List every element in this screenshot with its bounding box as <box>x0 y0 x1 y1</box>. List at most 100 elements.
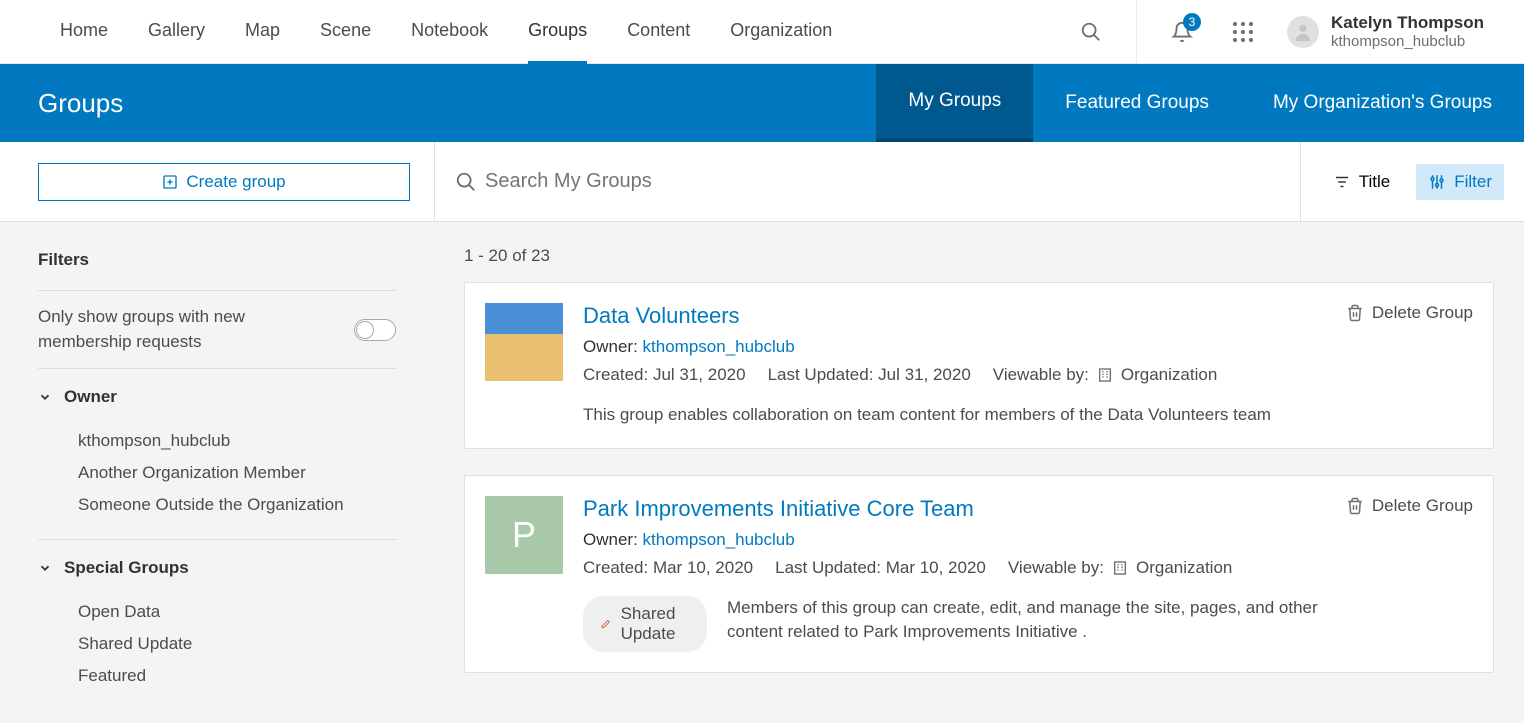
created-date: Created: Jul 31, 2020 <box>583 365 746 385</box>
page-header: Groups My Groups Featured Groups My Orga… <box>0 64 1524 142</box>
card-actions: Delete Group <box>1346 496 1473 652</box>
facet-item[interactable]: kthompson_hubclub <box>78 425 396 457</box>
user-info: Katelyn Thompson kthompson_hubclub <box>1331 13 1484 50</box>
nav-scene[interactable]: Scene <box>320 0 371 64</box>
group-owner: Owner: kthompson_hubclub <box>583 530 1326 550</box>
owner-prefix: Owner: <box>583 337 643 356</box>
user-name: Katelyn Thompson <box>1331 13 1484 33</box>
owner-prefix: Owner: <box>583 530 643 549</box>
filter-label: Filter <box>1454 172 1492 192</box>
grid-icon <box>1233 22 1253 42</box>
membership-requests-label: Only show groups with new membership req… <box>38 305 338 354</box>
trash-icon <box>1346 304 1364 322</box>
tab-org-groups[interactable]: My Organization's Groups <box>1241 64 1524 142</box>
sort-label: Title <box>1359 172 1391 192</box>
create-group-label: Create group <box>186 172 285 192</box>
group-title-link[interactable]: Park Improvements Initiative Core Team <box>583 496 974 521</box>
nav-gallery[interactable]: Gallery <box>148 0 205 64</box>
nav-notebook[interactable]: Notebook <box>411 0 488 64</box>
sort-button[interactable]: Title <box>1321 164 1403 200</box>
shared-update-badge: Shared Update <box>583 596 707 652</box>
group-thumbnail: P <box>485 496 563 574</box>
card-actions: Delete Group <box>1346 303 1473 428</box>
result-count: 1 - 20 of 23 <box>464 246 1494 266</box>
facet-owner-header[interactable]: Owner <box>38 369 396 425</box>
avatar <box>1287 16 1319 48</box>
separator <box>1136 0 1137 64</box>
delete-group-button[interactable]: Delete Group <box>1346 496 1473 516</box>
tab-my-groups[interactable]: My Groups <box>876 64 1033 142</box>
facet-item[interactable]: Someone Outside the Organization <box>78 489 396 521</box>
app-switcher-button[interactable] <box>1227 16 1259 48</box>
create-group-button[interactable]: Create group <box>38 163 410 201</box>
pencil-icon <box>601 616 611 632</box>
organization-icon <box>1112 560 1128 576</box>
facet-item[interactable]: Shared Update <box>78 628 396 660</box>
updated-date: Last Updated: Jul 31, 2020 <box>768 365 971 385</box>
facet-owner-list: kthompson_hubclub Another Organization M… <box>38 425 396 521</box>
chevron-down-icon <box>38 561 52 575</box>
content: 1 - 20 of 23 Data Volunteers Owner: ktho… <box>434 222 1524 723</box>
tab-featured-groups[interactable]: Featured Groups <box>1033 64 1241 142</box>
group-meta: Created: Jul 31, 2020 Last Updated: Jul … <box>583 365 1326 385</box>
search-column <box>434 142 1300 221</box>
top-nav-links: Home Gallery Map Scene Notebook Groups C… <box>60 0 832 64</box>
trash-icon <box>1346 497 1364 515</box>
top-nav-right: 3 Katelyn Thompson kthompson_hubclub <box>1074 0 1484 64</box>
group-tabs: My Groups Featured Groups My Organizatio… <box>876 64 1524 142</box>
created-date: Created: Mar 10, 2020 <box>583 558 753 578</box>
person-icon <box>1292 21 1314 43</box>
sort-filter-column: Title Filter <box>1300 142 1524 221</box>
owner-link[interactable]: kthompson_hubclub <box>643 337 795 356</box>
filter-button[interactable]: Filter <box>1416 164 1504 200</box>
delete-group-button[interactable]: Delete Group <box>1346 303 1473 323</box>
sort-icon <box>1333 173 1351 191</box>
card-body: Data Volunteers Owner: kthompson_hubclub… <box>583 303 1326 428</box>
membership-requests-toggle[interactable] <box>354 319 396 341</box>
top-nav: Home Gallery Map Scene Notebook Groups C… <box>0 0 1524 64</box>
facet-special-list: Open Data Shared Update Featured <box>38 596 396 692</box>
facet-item[interactable]: Another Organization Member <box>78 457 396 489</box>
search-icon <box>1080 21 1102 43</box>
group-meta: Created: Mar 10, 2020 Last Updated: Mar … <box>583 558 1326 578</box>
search-button[interactable] <box>1074 15 1108 49</box>
facet-item[interactable]: Open Data <box>78 596 396 628</box>
delete-label: Delete Group <box>1372 303 1473 323</box>
toggle-knob <box>356 321 374 339</box>
delete-label: Delete Group <box>1372 496 1473 516</box>
facet-item[interactable]: Featured <box>78 660 396 692</box>
viewable-by: Viewable by: Organization <box>993 365 1217 385</box>
page-title: Groups <box>38 88 123 119</box>
description-row: Shared Update Members of this group can … <box>583 596 1326 652</box>
facet-special-header[interactable]: Special Groups <box>38 540 396 596</box>
chevron-down-icon <box>38 390 52 404</box>
nav-home[interactable]: Home <box>60 0 108 64</box>
membership-requests-filter: Only show groups with new membership req… <box>38 291 396 368</box>
viewable-by: Viewable by: Organization <box>1008 558 1232 578</box>
search-input[interactable] <box>477 162 1280 201</box>
main: Filters Only show groups with new member… <box>0 222 1524 723</box>
group-thumbnail <box>485 303 563 381</box>
group-title-link[interactable]: Data Volunteers <box>583 303 740 328</box>
sidebar: Filters Only show groups with new member… <box>0 222 434 723</box>
card-body: Park Improvements Initiative Core Team O… <box>583 496 1326 652</box>
nav-map[interactable]: Map <box>245 0 280 64</box>
notification-badge: 3 <box>1183 13 1201 31</box>
updated-date: Last Updated: Mar 10, 2020 <box>775 558 986 578</box>
group-owner: Owner: kthompson_hubclub <box>583 337 1326 357</box>
search-icon <box>455 171 477 193</box>
user-menu[interactable]: Katelyn Thompson kthompson_hubclub <box>1287 13 1484 50</box>
group-description: Members of this group can create, edit, … <box>727 596 1326 645</box>
user-handle: kthompson_hubclub <box>1331 33 1484 50</box>
facet-special-title: Special Groups <box>64 558 189 578</box>
nav-groups[interactable]: Groups <box>528 0 587 64</box>
group-description: This group enables collaboration on team… <box>583 403 1326 428</box>
nav-content[interactable]: Content <box>627 0 690 64</box>
sliders-icon <box>1428 173 1446 191</box>
owner-link[interactable]: kthompson_hubclub <box>643 530 795 549</box>
nav-organization[interactable]: Organization <box>730 0 832 64</box>
filters-heading: Filters <box>38 250 396 270</box>
notifications-button[interactable]: 3 <box>1165 15 1199 49</box>
organization-icon <box>1097 367 1113 383</box>
create-column: Create group <box>0 163 434 201</box>
